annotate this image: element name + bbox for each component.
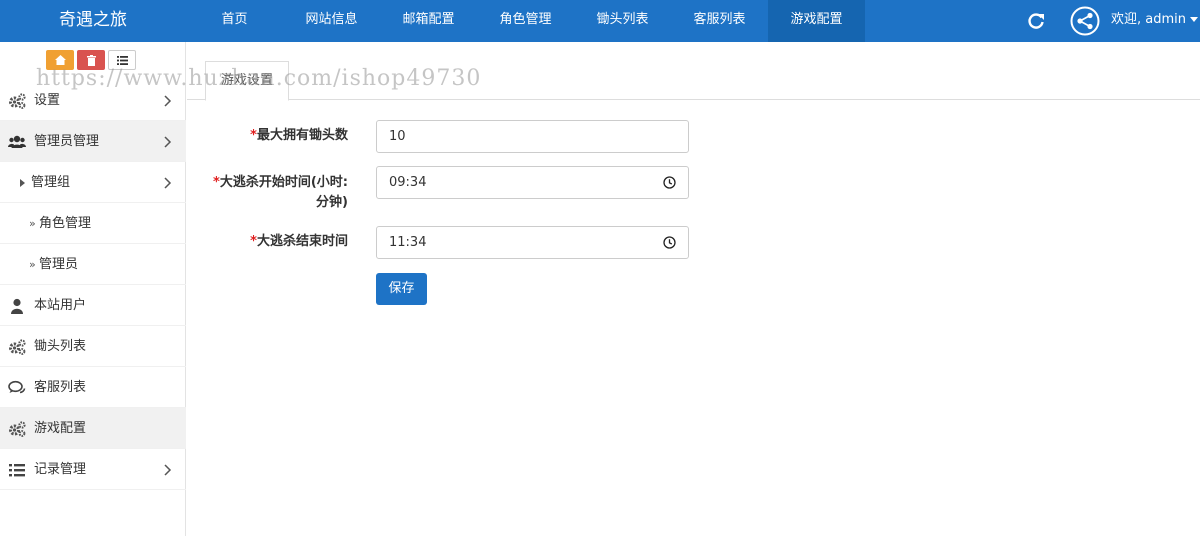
chevron-right-icon bbox=[164, 136, 172, 148]
max-hoes-input[interactable]: 10 bbox=[376, 120, 689, 153]
chevron-right-icon bbox=[164, 95, 172, 107]
battle-start-time-input[interactable]: 09:34 bbox=[376, 166, 689, 199]
chevron-right-icon bbox=[164, 464, 172, 476]
sidebar-item-admin-management[interactable]: 管理员管理 bbox=[0, 121, 186, 162]
battle-end-time-input[interactable]: 11:34 bbox=[376, 226, 689, 259]
sidebar-item-label: 管理员 bbox=[39, 257, 79, 272]
sidebar-item-label: 记录管理 bbox=[34, 462, 87, 477]
nav-role-management[interactable]: 角色管理 bbox=[477, 0, 574, 42]
sidebar-item-site-users[interactable]: 本站用户 bbox=[0, 285, 186, 326]
caret-down-icon bbox=[1190, 17, 1198, 22]
nav-site-info[interactable]: 网站信息 bbox=[283, 0, 380, 42]
list-icon bbox=[116, 55, 128, 65]
nav-home[interactable]: 首页 bbox=[186, 0, 283, 42]
save-button[interactable]: 保存 bbox=[376, 273, 427, 305]
sidebar-item-label: 本站用户 bbox=[34, 298, 87, 313]
clock-icon[interactable] bbox=[663, 176, 676, 189]
share-icon[interactable] bbox=[1070, 6, 1100, 36]
users-icon bbox=[8, 135, 26, 148]
sidebar-item-label: 客服列表 bbox=[34, 380, 87, 395]
double-angle-right-icon: » bbox=[29, 258, 36, 271]
sidebar-item-role-management[interactable]: » 角色管理 bbox=[0, 203, 186, 244]
user-greeting: 欢迎, admin bbox=[1111, 12, 1186, 27]
field-label-battle-end: *大逃杀结束时间 bbox=[250, 234, 348, 249]
sidebar-item-label: 锄头列表 bbox=[34, 339, 87, 354]
sidebar-item-service-list[interactable]: 客服列表 bbox=[0, 367, 186, 408]
caret-right-icon bbox=[20, 179, 25, 187]
sidebar-item-label: 角色管理 bbox=[39, 216, 92, 231]
sidebar-item-label: 管理员管理 bbox=[34, 134, 100, 149]
refresh-icon[interactable] bbox=[1026, 11, 1046, 31]
comments-icon bbox=[8, 380, 26, 394]
sidebar-item-admin-group[interactable]: 管理组 bbox=[0, 162, 186, 203]
sidebar-item-admins[interactable]: » 管理员 bbox=[0, 244, 186, 285]
gears-icon bbox=[9, 93, 26, 109]
brand-title[interactable]: 奇遇之旅 bbox=[0, 0, 186, 42]
top-nav: 首页 网站信息 邮箱配置 角色管理 锄头列表 客服列表 游戏配置 bbox=[186, 0, 865, 42]
trash-icon bbox=[86, 54, 96, 66]
list-icon bbox=[9, 464, 25, 477]
clock-icon[interactable] bbox=[663, 236, 676, 249]
sidebar-menu: 设置 管理员管理 管理组 » 角色管理 » 管理员 本站用户 锄头列表 客服列表… bbox=[0, 80, 186, 490]
sidebar-item-game-config[interactable]: 游戏配置 bbox=[0, 408, 186, 449]
nav-service-list[interactable]: 客服列表 bbox=[671, 0, 768, 42]
gears-icon bbox=[9, 339, 26, 355]
chevron-right-icon bbox=[164, 177, 172, 189]
nav-mail-config[interactable]: 邮箱配置 bbox=[380, 0, 477, 42]
sidebar: 设置 管理员管理 管理组 » 角色管理 » 管理员 本站用户 锄头列表 客服列表… bbox=[0, 42, 186, 536]
sidebar-item-label: 游戏配置 bbox=[34, 421, 87, 436]
user-menu[interactable]: 欢迎, admin bbox=[1111, 0, 1198, 42]
top-navbar: 奇遇之旅 首页 网站信息 邮箱配置 角色管理 锄头列表 客服列表 游戏配置 欢迎… bbox=[0, 0, 1200, 42]
user-icon bbox=[11, 298, 23, 314]
gears-icon bbox=[9, 421, 26, 437]
field-label-battle-start: *大逃杀开始时间(小时: 分钟) bbox=[213, 175, 348, 210]
sidebar-item-label: 管理组 bbox=[31, 175, 71, 190]
sidebar-item-record-management[interactable]: 记录管理 bbox=[0, 449, 186, 490]
double-angle-right-icon: » bbox=[29, 217, 36, 230]
sidebar-item-hoe-list[interactable]: 锄头列表 bbox=[0, 326, 186, 367]
nav-game-config[interactable]: 游戏配置 bbox=[768, 0, 865, 42]
home-icon bbox=[54, 55, 66, 65]
watermark-text: https://www.huzhan.com/ishop49730 bbox=[36, 66, 482, 91]
nav-hoe-list[interactable]: 锄头列表 bbox=[574, 0, 671, 42]
field-label-max-hoes: *最大拥有锄头数 bbox=[250, 128, 348, 143]
